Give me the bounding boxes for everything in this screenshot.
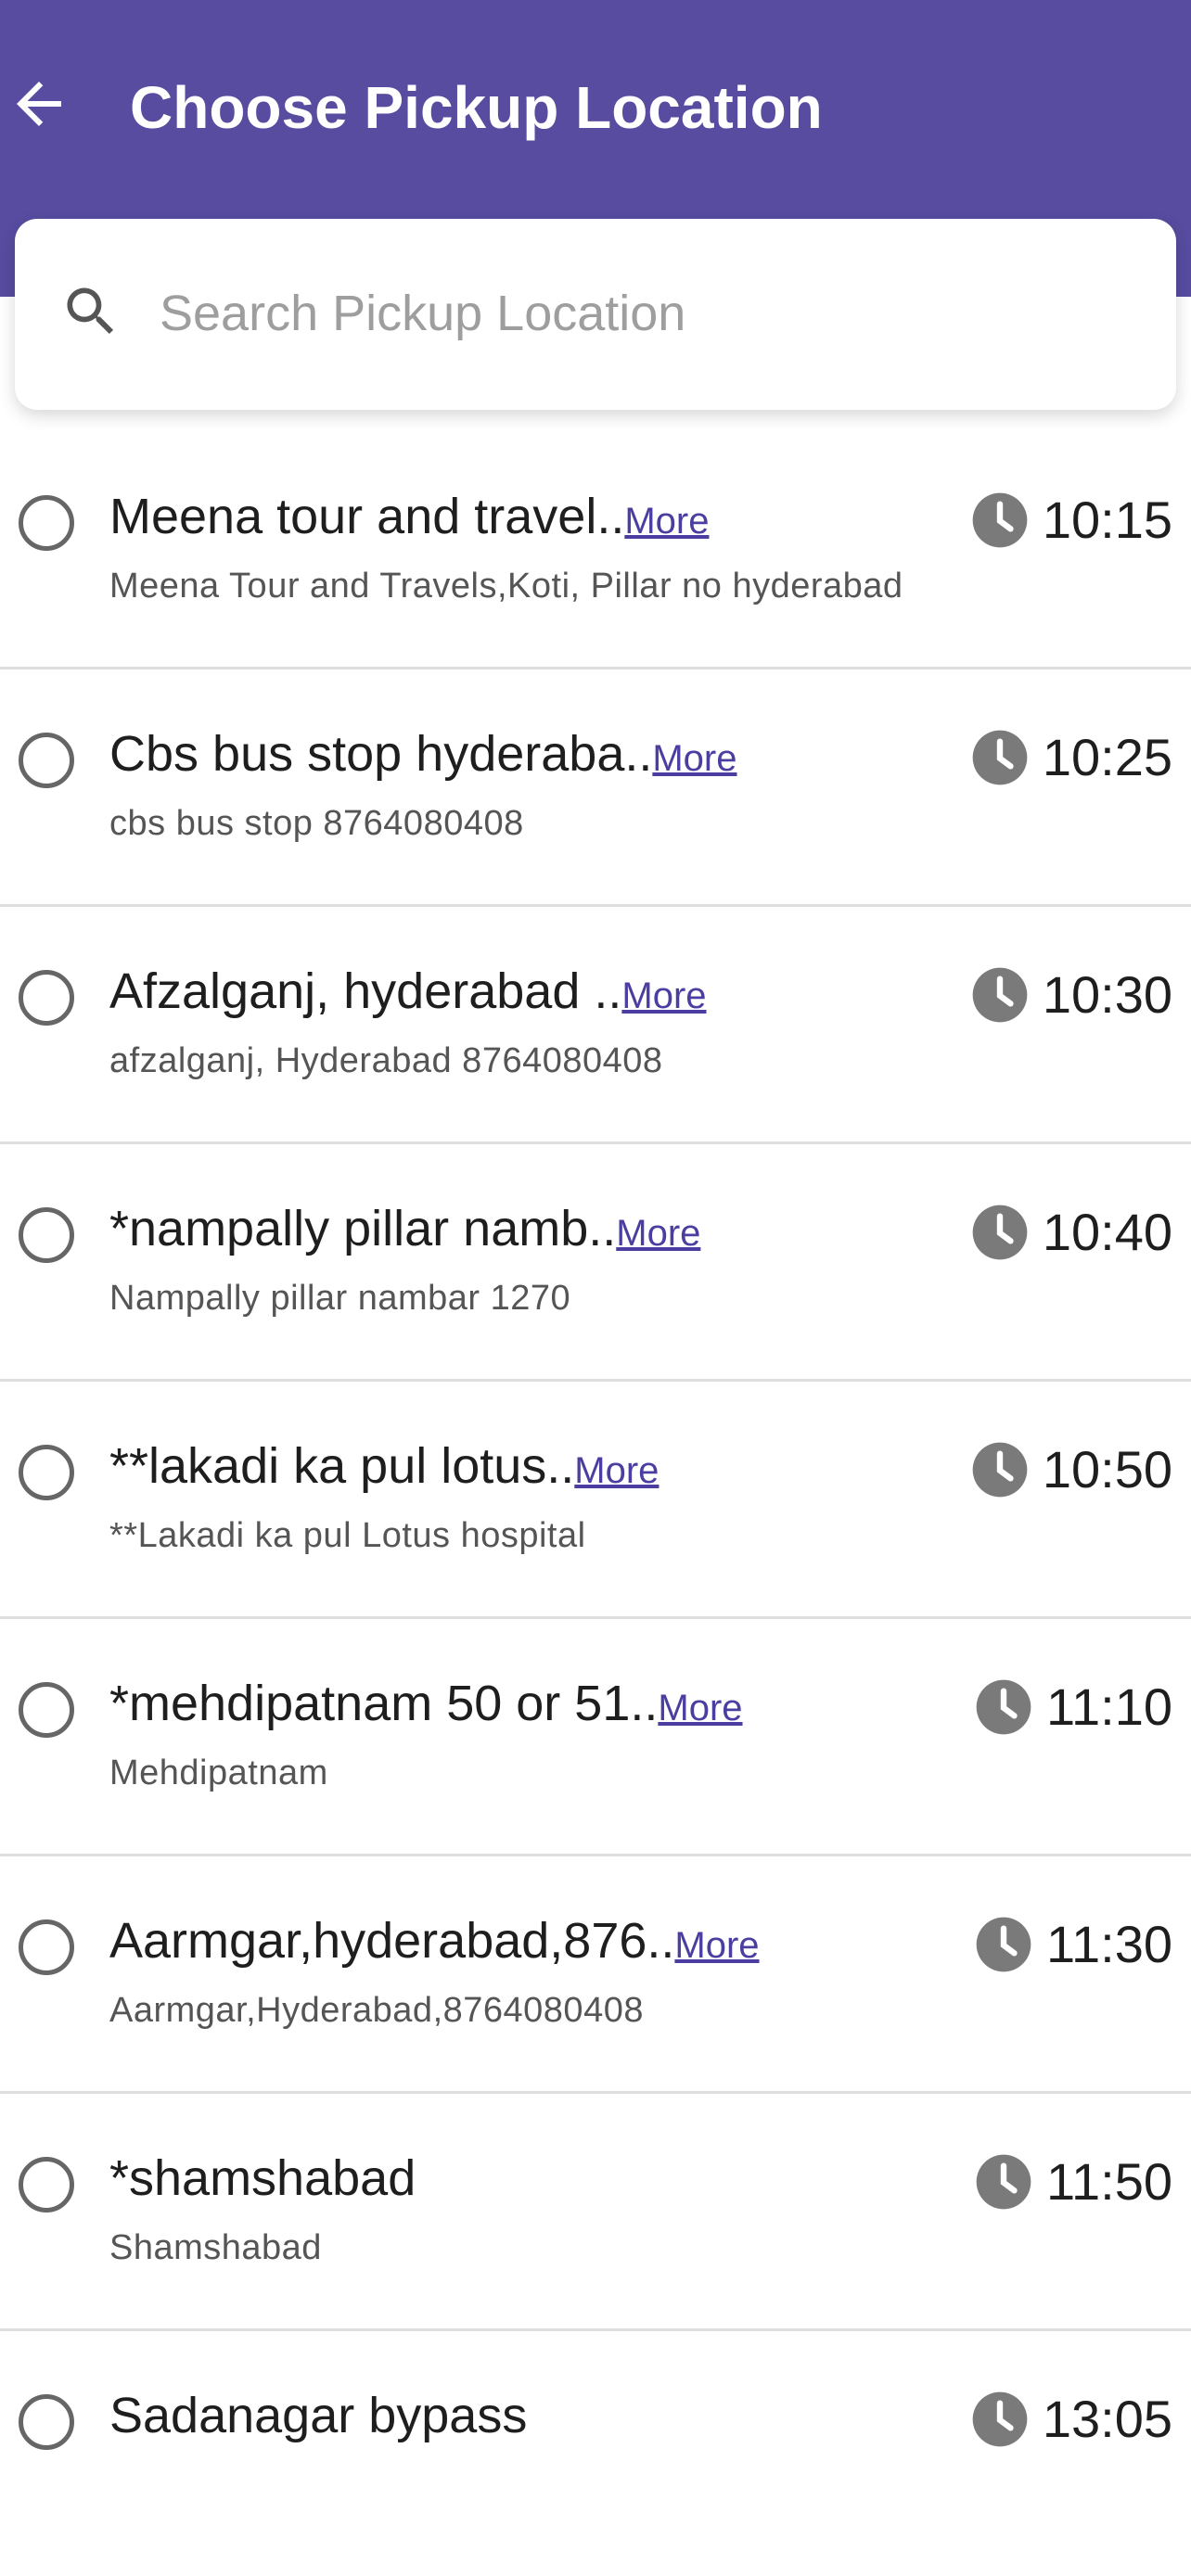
pickup-location-row[interactable]: Sadanagar bypass 13:05	[0, 2331, 1191, 2569]
pickup-location-row[interactable]: Aarmgar,hyderabad,876..More Aarmgar,Hyder…	[0, 1856, 1191, 2094]
pickup-time-value: 10:25	[1042, 728, 1172, 786]
pickup-location-row[interactable]: *mehdipatnam 50 or 51..More Mehdipatnam 11…	[0, 1619, 1191, 1856]
clock-icon	[970, 1440, 1030, 1499]
pickup-time-value: 10:15	[1042, 491, 1172, 549]
location-name: Meena tour and travel..	[109, 489, 625, 544]
pickup-location-row[interactable]: Cbs bus stop hyderaba..More cbs bus stop …	[0, 670, 1191, 907]
location-name-line: *shamshabad	[109, 2148, 416, 2209]
clock-icon	[970, 1203, 1030, 1262]
radio-button[interactable]	[19, 970, 74, 1026]
pickup-location-row[interactable]: Afzalganj, hyderabad ..More afzalganj, Hy…	[0, 907, 1191, 1144]
more-link[interactable]: More	[674, 1925, 759, 1966]
pickup-time-value: 11:50	[1046, 2152, 1172, 2211]
pickup-location-row[interactable]: *nampally pillar namb..More Nampally pill…	[0, 1144, 1191, 1382]
pickup-time: 10:15	[970, 490, 1172, 551]
pickup-time: 11:50	[974, 2151, 1172, 2213]
pickup-location-row[interactable]: Meena tour and travel..More Meena Tour an…	[0, 432, 1191, 670]
radio-button[interactable]	[19, 2157, 74, 2213]
pickup-location-screen: Choose Pickup Location Meena tour and tr…	[0, 0, 1191, 2576]
location-name: *nampally pillar namb..	[109, 1201, 617, 1256]
location-name: *mehdipatnam 50 or 51..	[109, 1676, 659, 1731]
pickup-time-value: 10:50	[1042, 1440, 1172, 1498]
arrow-left-icon	[17, 82, 61, 126]
radio-button[interactable]	[19, 2394, 74, 2450]
location-address: **Lakadi ka pul Lotus hospital	[109, 1516, 586, 1555]
radio-button[interactable]	[19, 1682, 74, 1738]
pickup-location-row[interactable]: **lakadi ka pul lotus..More **Lakadi ka p…	[0, 1382, 1191, 1619]
pickup-time: 10:25	[970, 727, 1172, 788]
pickup-time: 10:50	[970, 1439, 1172, 1500]
pickup-time: 11:30	[974, 1914, 1172, 1975]
more-link[interactable]: More	[624, 501, 709, 542]
pickup-time-value: 11:30	[1046, 1915, 1172, 1973]
pickup-time: 13:05	[970, 2389, 1172, 2450]
back-button[interactable]	[4, 69, 74, 139]
location-name-line: *mehdipatnam 50 or 51..More	[109, 1673, 743, 1739]
pickup-time-value: 10:40	[1042, 1203, 1172, 1261]
location-name: *shamshabad	[109, 2150, 416, 2206]
clock-icon	[970, 728, 1030, 787]
clock-icon	[974, 1915, 1033, 1974]
pickup-time: 10:30	[970, 964, 1172, 1026]
clock-icon	[974, 1677, 1033, 1737]
pickup-location-row[interactable]: *shamshabad Shamshabad 11:50	[0, 2094, 1191, 2331]
page-title: Choose Pickup Location	[130, 74, 823, 141]
location-address: Meena Tour and Travels,Koti, Pillar no h…	[109, 567, 903, 606]
location-address: Mehdipatnam	[109, 1753, 328, 1792]
radio-button[interactable]	[19, 1445, 74, 1500]
location-name-line: Meena tour and travel..More	[109, 486, 709, 552]
radio-button[interactable]	[19, 495, 74, 551]
clock-icon	[970, 491, 1030, 550]
more-link[interactable]: More	[658, 1688, 742, 1728]
location-name: Sadanagar bypass	[109, 2388, 528, 2443]
location-name-line: Cbs bus stop hyderaba..More	[109, 723, 737, 789]
location-address: cbs bus stop 8764080408	[109, 804, 524, 843]
more-link[interactable]: More	[621, 976, 706, 1016]
pickup-time-value: 10:30	[1042, 965, 1172, 1024]
location-address: Aarmgar,Hyderabad,8764080408	[109, 1991, 644, 2030]
clock-icon	[970, 2390, 1030, 2449]
location-name: Cbs bus stop hyderaba..	[109, 726, 653, 782]
more-link[interactable]: More	[574, 1450, 659, 1491]
location-name-line: Aarmgar,hyderabad,876..More	[109, 1910, 760, 1976]
clock-icon	[974, 2152, 1033, 2212]
pickup-location-list: Meena tour and travel..More Meena Tour an…	[0, 432, 1191, 2569]
location-name: Aarmgar,hyderabad,876..	[109, 1913, 675, 1969]
radio-button[interactable]	[19, 1207, 74, 1263]
pickup-time-value: 11:10	[1046, 1677, 1172, 1736]
pickup-time: 11:10	[974, 1677, 1172, 1738]
location-address: Nampally pillar nambar 1270	[109, 1279, 571, 1318]
location-address: Shamshabad	[109, 2228, 322, 2267]
location-name: **lakadi ka pul lotus..	[109, 1438, 575, 1494]
search-icon	[67, 287, 114, 335]
pickup-time-value: 13:05	[1042, 2390, 1172, 2448]
more-link[interactable]: More	[616, 1213, 700, 1254]
location-address: afzalganj, Hyderabad 8764080408	[109, 1041, 663, 1080]
more-link[interactable]: More	[652, 738, 736, 779]
search-input[interactable]	[160, 278, 1124, 349]
location-name-line: Afzalganj, hyderabad ..More	[109, 961, 707, 1027]
location-name-line: Sadanagar bypass	[109, 2385, 527, 2446]
radio-button[interactable]	[19, 1919, 74, 1975]
location-name-line: **lakadi ka pul lotus..More	[109, 1435, 659, 1501]
radio-button[interactable]	[19, 733, 74, 788]
location-name-line: *nampally pillar namb..More	[109, 1198, 700, 1264]
location-name: Afzalganj, hyderabad ..	[109, 963, 622, 1019]
clock-icon	[970, 965, 1030, 1025]
pickup-time: 10:40	[970, 1202, 1172, 1263]
